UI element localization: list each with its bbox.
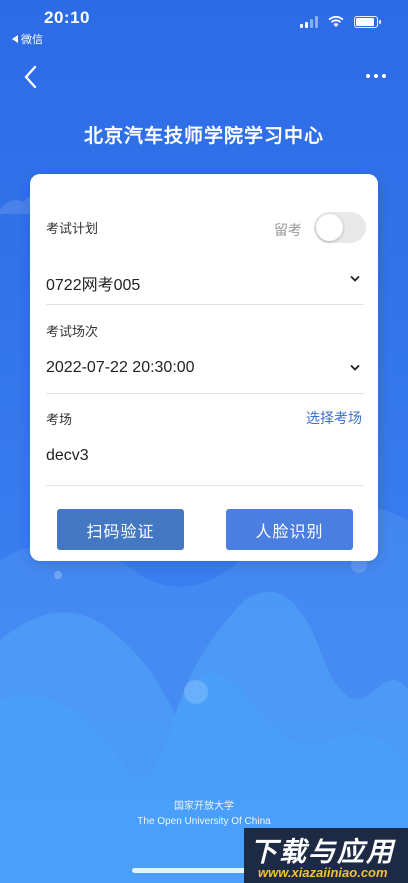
venue-value: decv3: [46, 447, 89, 464]
session-value[interactable]: 2022-07-22 20:30:00: [46, 359, 195, 377]
chevron-left-icon[interactable]: [20, 64, 42, 90]
more-dots-icon[interactable]: [366, 70, 390, 82]
chevron-down-icon[interactable]: [350, 274, 360, 284]
battery-icon: [354, 16, 381, 28]
divider: [46, 304, 364, 305]
toggle-knob: [316, 214, 343, 241]
status-icons: [300, 16, 381, 28]
signal-icon: [300, 16, 318, 28]
status-time: 20:10: [44, 8, 90, 27]
select-venue-link[interactable]: 选择考场: [306, 408, 362, 428]
footer: 国家开放大学 The Open University Of China: [0, 799, 408, 829]
footer-university-en: The Open University Of China: [137, 816, 271, 827]
exam-form-card: 考试计划 留考 0722网考005 考试场次 2022-07-22 20:30:…: [30, 174, 378, 561]
venue-label: 考场: [46, 412, 73, 427]
divider: [46, 393, 364, 394]
session-label: 考试场次: [46, 324, 99, 339]
scan-verify-button[interactable]: 扫码验证: [57, 509, 184, 550]
back-triangle-icon: [12, 35, 18, 43]
watermark-title: 下载与应用: [250, 837, 395, 867]
back-to-app[interactable]: 微信: [12, 31, 43, 47]
watermark-url: www.xiazaiiniao.com: [258, 865, 388, 880]
divider: [46, 485, 364, 486]
retain-toggle[interactable]: [314, 212, 366, 243]
retain-label: 留考: [274, 222, 302, 238]
face-recognition-button[interactable]: 人脸识别: [226, 509, 353, 550]
status-bar: 20:10 微信: [0, 0, 408, 46]
page-title: 北京汽车技师学院学习中心: [83, 126, 324, 147]
wifi-icon: [328, 16, 344, 27]
back-app-label: 微信: [21, 34, 43, 46]
exam-plan-label: 考试计划: [46, 221, 99, 236]
chevron-down-icon[interactable]: [350, 363, 360, 373]
footer-university-cn: 国家开放大学: [174, 801, 234, 812]
exam-plan-value[interactable]: 0722网考005: [46, 271, 140, 295]
watermark-logo: 下载与应用 www.xiazaiiniao.com: [244, 828, 408, 883]
